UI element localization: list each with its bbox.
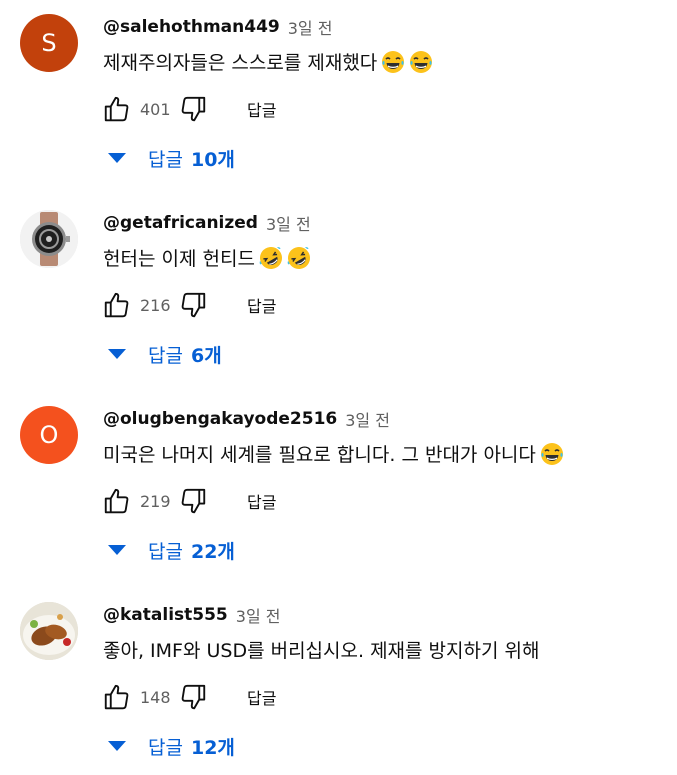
- thumbs-up-icon[interactable]: [100, 680, 134, 714]
- reply-button[interactable]: 답글: [247, 489, 276, 513]
- comment-item: O @olugbengakayode2516 3일 전 미국은 나머지 세계를 …: [0, 392, 677, 588]
- comment-time[interactable]: 3일 전: [266, 211, 311, 235]
- laughing-tears-emoji-icon: [409, 50, 433, 74]
- comment-header: @olugbengakayode2516 3일 전: [103, 406, 390, 432]
- like-count: 148: [140, 687, 171, 707]
- comment-actions: 148 답글: [100, 680, 276, 714]
- thumbs-up-icon[interactable]: [100, 288, 134, 322]
- comment-header: @getafricanized 3일 전: [103, 210, 311, 236]
- avatar[interactable]: S: [20, 14, 78, 72]
- caret-down-icon: [108, 349, 126, 359]
- comment-time[interactable]: 3일 전: [345, 407, 390, 431]
- thumbs-down-icon[interactable]: [176, 484, 210, 518]
- comment-author[interactable]: @salehothman449: [103, 17, 280, 37]
- view-replies-button[interactable]: 답글 10개: [108, 142, 235, 174]
- comment-text: 제재주의자들은 스스로를 제재했다: [103, 48, 433, 75]
- comment-actions: 219 답글: [100, 484, 276, 518]
- rofl-emoji-icon: [259, 246, 283, 270]
- replies-count: 6개: [190, 344, 222, 367]
- comment-text: 헌터는 이제 헌티드: [103, 244, 311, 271]
- replies-count: 10개: [190, 148, 235, 171]
- avatar[interactable]: [20, 602, 78, 660]
- caret-down-icon: [108, 545, 126, 555]
- replies-count: 12개: [190, 736, 235, 759]
- thumbs-up-icon[interactable]: [100, 484, 134, 518]
- comment-actions: 216 답글: [100, 288, 276, 322]
- comment-header: @katalist555 3일 전: [103, 602, 280, 628]
- comment-author[interactable]: @olugbengakayode2516: [103, 409, 337, 429]
- like-count: 219: [140, 491, 171, 511]
- reply-button[interactable]: 답글: [247, 293, 276, 317]
- comment-text-content: 헌터는 이제 헌티드: [103, 248, 255, 270]
- watch-avatar-icon: [20, 210, 78, 268]
- comment-item: @katalist555 3일 전 좋아, IMF와 USD를 버리십시오. 제…: [0, 588, 677, 775]
- like-count: 216: [140, 295, 171, 315]
- replies-label: 답글: [148, 736, 183, 759]
- comment-author[interactable]: @katalist555: [103, 605, 228, 625]
- thumbs-up-icon[interactable]: [100, 92, 134, 126]
- food-avatar-icon: [20, 602, 78, 660]
- laughing-tears-emoji-icon: [540, 442, 564, 466]
- comment-text-content: 좋아, IMF와 USD를 버리십시오. 제재를 방지하기 위해: [103, 640, 540, 662]
- replies-label: 답글: [148, 344, 183, 367]
- comment-header: @salehothman449 3일 전: [103, 14, 332, 40]
- comment-time[interactable]: 3일 전: [236, 603, 281, 627]
- replies-count: 22개: [190, 540, 235, 563]
- replies-label: 답글: [148, 148, 183, 171]
- replies-label: 답글: [148, 540, 183, 563]
- avatar[interactable]: O: [20, 406, 78, 464]
- comment-time[interactable]: 3일 전: [288, 15, 333, 39]
- reply-button[interactable]: 답글: [247, 685, 276, 709]
- reply-button[interactable]: 답글: [247, 97, 276, 121]
- comment-text-content: 미국은 나머지 세계를 필요로 합니다. 그 반대가 아니다: [103, 444, 536, 466]
- view-replies-button[interactable]: 답글 6개: [108, 338, 222, 370]
- avatar-letter: O: [39, 421, 59, 449]
- comment-actions: 401 답글: [100, 92, 276, 126]
- view-replies-button[interactable]: 답글 12개: [108, 730, 235, 762]
- comment-text-content: 제재주의자들은 스스로를 제재했다: [103, 52, 378, 74]
- comment-author[interactable]: @getafricanized: [103, 213, 258, 233]
- avatar[interactable]: [20, 210, 78, 268]
- thumbs-down-icon[interactable]: [176, 92, 210, 126]
- comment-text: 미국은 나머지 세계를 필요로 합니다. 그 반대가 아니다: [103, 440, 564, 467]
- thumbs-down-icon[interactable]: [176, 288, 210, 322]
- rofl-emoji-icon: [287, 246, 311, 270]
- comment-item: @getafricanized 3일 전 헌터는 이제 헌티드 216 답글 답…: [0, 196, 677, 392]
- laughing-tears-emoji-icon: [381, 50, 405, 74]
- thumbs-down-icon[interactable]: [176, 680, 210, 714]
- comment-text: 좋아, IMF와 USD를 버리십시오. 제재를 방지하기 위해: [103, 636, 539, 663]
- caret-down-icon: [108, 741, 126, 751]
- view-replies-button[interactable]: 답글 22개: [108, 534, 235, 566]
- avatar-letter: S: [41, 29, 57, 57]
- like-count: 401: [140, 99, 171, 119]
- caret-down-icon: [108, 153, 126, 163]
- comment-item: S @salehothman449 3일 전 제재주의자들은 스스로를 제재했다…: [0, 0, 677, 196]
